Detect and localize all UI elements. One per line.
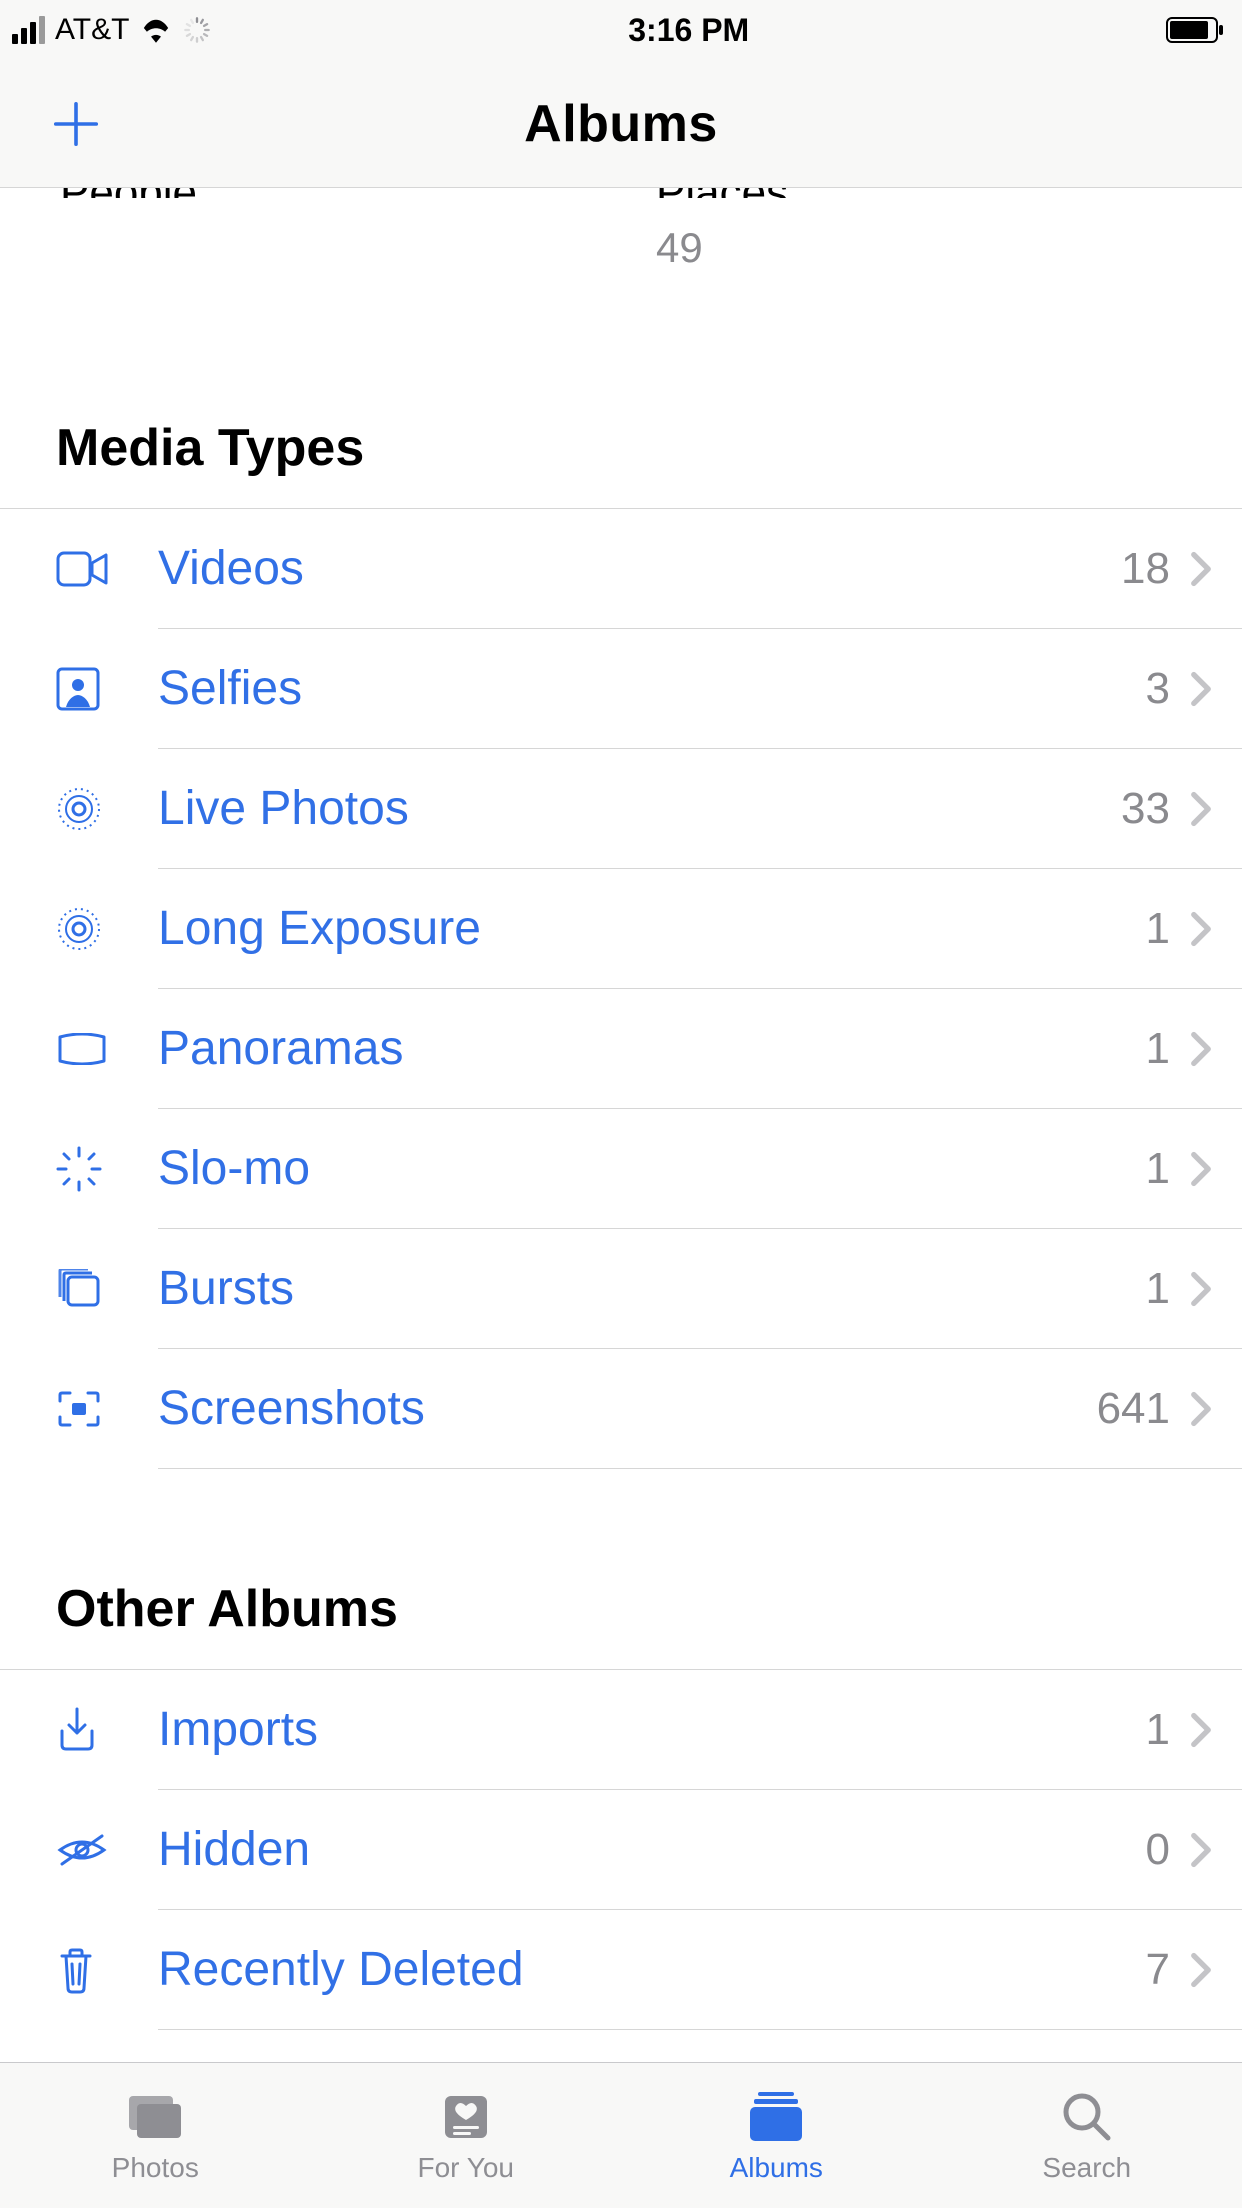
foryou-tab-icon bbox=[439, 2088, 493, 2146]
live-photos-count: 33 bbox=[1121, 784, 1170, 834]
albums-tab-icon bbox=[744, 2088, 808, 2146]
tab-search-label: Search bbox=[1042, 2152, 1131, 2184]
nav-title: Albums bbox=[524, 94, 718, 154]
albums-content[interactable]: People Places 49 Media Types Videos 18 S… bbox=[0, 188, 1242, 2062]
tab-albums-label: Albums bbox=[730, 2152, 823, 2184]
people-album-tile[interactable]: People bbox=[60, 188, 646, 308]
imports-row[interactable]: Imports 1 bbox=[0, 1670, 1242, 1790]
nav-bar: Albums bbox=[0, 60, 1242, 188]
chevron-right-icon bbox=[1190, 791, 1212, 827]
selfies-label: Selfies bbox=[158, 661, 1146, 716]
media-types-header: Media Types bbox=[0, 418, 1242, 509]
chevron-right-icon bbox=[1190, 1391, 1212, 1427]
live-photos-row[interactable]: Live Photos 33 bbox=[0, 749, 1242, 869]
slomo-row[interactable]: Slo-mo 1 bbox=[0, 1109, 1242, 1229]
screenshots-label: Screenshots bbox=[158, 1381, 1097, 1436]
search-tab-icon bbox=[1060, 2088, 1114, 2146]
cellular-signal-icon bbox=[12, 16, 45, 44]
photos-tab-icon bbox=[123, 2088, 187, 2146]
places-count: 49 bbox=[656, 224, 1242, 272]
panorama-icon bbox=[56, 1033, 122, 1065]
activity-spinner-icon bbox=[183, 16, 211, 44]
wifi-icon bbox=[139, 17, 173, 43]
partial-grid-row: People Places 49 bbox=[0, 188, 1242, 308]
panoramas-label: Panoramas bbox=[158, 1021, 1146, 1076]
chevron-right-icon bbox=[1190, 911, 1212, 947]
slomo-label: Slo-mo bbox=[158, 1141, 1146, 1196]
tab-photos[interactable]: Photos bbox=[0, 2063, 311, 2208]
video-icon bbox=[56, 551, 122, 587]
panoramas-row[interactable]: Panoramas 1 bbox=[0, 989, 1242, 1109]
status-bar: AT&T 3:16 PM bbox=[0, 0, 1242, 60]
add-album-button[interactable] bbox=[46, 94, 106, 154]
long-exposure-row[interactable]: Long Exposure 1 bbox=[0, 869, 1242, 989]
bursts-count: 1 bbox=[1146, 1264, 1170, 1314]
status-left: AT&T bbox=[12, 13, 211, 47]
tab-for-you-label: For You bbox=[417, 2152, 514, 2184]
slomo-icon bbox=[56, 1146, 122, 1192]
videos-count: 18 bbox=[1121, 544, 1170, 594]
import-icon bbox=[56, 1707, 122, 1753]
imports-count: 1 bbox=[1146, 1705, 1170, 1755]
selfie-icon bbox=[56, 667, 122, 711]
chevron-right-icon bbox=[1190, 1151, 1212, 1187]
chevron-right-icon bbox=[1190, 1712, 1212, 1748]
screenshots-count: 641 bbox=[1097, 1384, 1170, 1434]
other-albums-header: Other Albums bbox=[0, 1579, 1242, 1670]
carrier-label: AT&T bbox=[55, 13, 129, 47]
panoramas-count: 1 bbox=[1146, 1024, 1170, 1074]
imports-label: Imports bbox=[158, 1702, 1146, 1757]
trash-icon bbox=[56, 1946, 122, 1994]
burst-icon bbox=[56, 1269, 122, 1309]
long-exposure-icon bbox=[56, 906, 122, 952]
screenshots-row[interactable]: Screenshots 641 bbox=[0, 1349, 1242, 1469]
videos-row[interactable]: Videos 18 bbox=[0, 509, 1242, 629]
recently-deleted-label: Recently Deleted bbox=[158, 1942, 1146, 1997]
people-label: People bbox=[60, 188, 646, 198]
live-photos-label: Live Photos bbox=[158, 781, 1121, 836]
status-right bbox=[1166, 17, 1224, 43]
recently-deleted-row[interactable]: Recently Deleted 7 bbox=[0, 1910, 1242, 2030]
selfies-count: 3 bbox=[1146, 664, 1170, 714]
long-exposure-label: Long Exposure bbox=[158, 901, 1146, 956]
bursts-row[interactable]: Bursts 1 bbox=[0, 1229, 1242, 1349]
bursts-label: Bursts bbox=[158, 1261, 1146, 1316]
hidden-row[interactable]: Hidden 0 bbox=[0, 1790, 1242, 1910]
chevron-right-icon bbox=[1190, 1031, 1212, 1067]
chevron-right-icon bbox=[1190, 671, 1212, 707]
chevron-right-icon bbox=[1190, 551, 1212, 587]
media-types-section: Media Types Videos 18 Selfies 3 bbox=[0, 418, 1242, 1469]
selfies-row[interactable]: Selfies 3 bbox=[0, 629, 1242, 749]
hidden-label: Hidden bbox=[158, 1822, 1146, 1877]
long-exposure-count: 1 bbox=[1146, 904, 1170, 954]
recently-deleted-count: 7 bbox=[1146, 1945, 1170, 1995]
tab-albums[interactable]: Albums bbox=[621, 2063, 932, 2208]
status-time: 3:16 PM bbox=[628, 12, 749, 49]
places-label: Places bbox=[656, 188, 1242, 198]
tab-bar: Photos For You Albums Search bbox=[0, 2062, 1242, 2208]
tab-search[interactable]: Search bbox=[932, 2063, 1242, 2208]
hidden-count: 0 bbox=[1146, 1825, 1170, 1875]
other-albums-section: Other Albums Imports 1 Hidden 0 bbox=[0, 1579, 1242, 2030]
videos-label: Videos bbox=[158, 541, 1121, 596]
chevron-right-icon bbox=[1190, 1271, 1212, 1307]
tab-for-you[interactable]: For You bbox=[311, 2063, 622, 2208]
slomo-count: 1 bbox=[1146, 1144, 1170, 1194]
live-photo-icon bbox=[56, 786, 122, 832]
screenshot-icon bbox=[56, 1389, 122, 1429]
hidden-icon bbox=[56, 1832, 122, 1868]
chevron-right-icon bbox=[1190, 1952, 1212, 1988]
places-album-tile[interactable]: Places 49 bbox=[646, 188, 1242, 308]
tab-photos-label: Photos bbox=[112, 2152, 199, 2184]
chevron-right-icon bbox=[1190, 1832, 1212, 1868]
battery-icon bbox=[1166, 17, 1224, 43]
